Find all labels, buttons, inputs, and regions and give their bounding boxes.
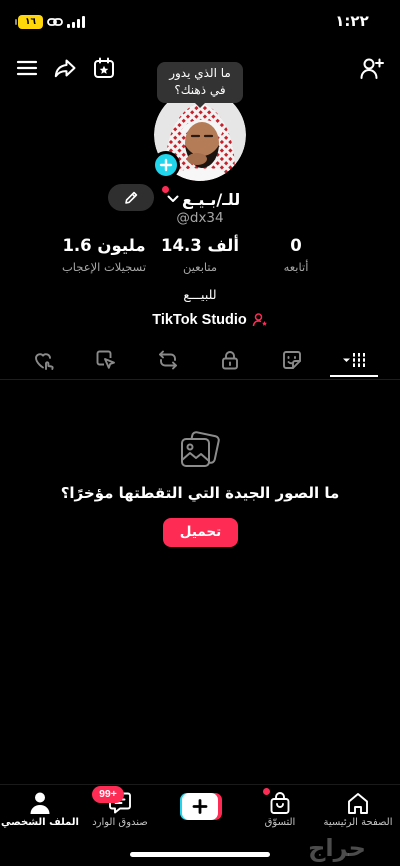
empty-state-message: ما الصور الجيدة التي التقطتها مؤخرًا؟: [60, 484, 340, 502]
stat-likes[interactable]: 1.6 مليون تسجيلات الإعجاب: [44, 236, 164, 276]
lock-icon: [222, 351, 238, 370]
battery-icon: ١٦: [15, 15, 45, 29]
tap-square-icon: [96, 350, 115, 369]
nav-profile[interactable]: الملف الشخصي: [0, 789, 80, 833]
inbox-badge: 99+: [92, 786, 124, 803]
battery-level: ١٦: [25, 17, 36, 27]
nav-label: صندوق الوارد: [92, 817, 148, 828]
tab-tapped[interactable]: [82, 346, 130, 378]
heart-hand-icon: [35, 353, 54, 370]
signal-icon: [67, 16, 85, 28]
tab-underline: [330, 375, 378, 377]
nav-shop[interactable]: التسوّق: [240, 788, 320, 833]
tooltip-tail: [194, 102, 206, 108]
nav-separator: [0, 784, 400, 785]
stat-label: تسجيلات الإعجاب: [61, 260, 147, 274]
stat-label: أتابعه: [283, 260, 309, 274]
sticker-icon: [283, 351, 301, 369]
stat-label: متابعين: [182, 260, 218, 274]
pencil-icon: [125, 191, 138, 204]
shop-bag-icon: [267, 791, 293, 815]
username: @dx34: [176, 210, 224, 226]
upload-button[interactable]: تحميل: [163, 518, 238, 547]
avatar-add-button[interactable]: [152, 151, 180, 179]
nav-label: الصفحة الرئيسية: [323, 817, 393, 828]
tooltip-line: في ذهنك؟: [174, 83, 226, 97]
display-name: للـ/بـيـع: [182, 189, 241, 209]
nav-inbox[interactable]: صندوق الوارد 99+: [80, 786, 160, 833]
edit-profile-button[interactable]: [108, 184, 154, 211]
link-icon: [47, 16, 63, 28]
create-button[interactable]: [178, 793, 222, 820]
tab-private[interactable]: [206, 346, 254, 378]
tab-posts[interactable]: [330, 346, 378, 378]
tab-reposts[interactable]: [144, 346, 192, 378]
chevron-down-icon: [167, 195, 179, 202]
calendar-star-icon[interactable]: [92, 56, 116, 80]
shop-notification-dot: [263, 788, 270, 795]
nav-label: الملف الشخصي: [1, 817, 79, 828]
tab-liked[interactable]: [20, 346, 68, 378]
stat-value: 14.3 ألف: [161, 236, 239, 255]
add-person-icon[interactable]: [359, 56, 385, 80]
photos-icon: [176, 427, 224, 475]
stat-followers[interactable]: 14.3 ألف متابعين: [155, 236, 245, 276]
bio: للبيـــع: [183, 287, 217, 302]
share-icon[interactable]: [53, 56, 77, 80]
create-plus-icon: [180, 793, 222, 820]
stat-value: 0: [290, 236, 302, 255]
status-time: ١:٢٢: [335, 12, 369, 30]
tooltip-line: ما الذي يدور: [169, 66, 231, 80]
watermark: حراج: [308, 834, 366, 862]
stat-following[interactable]: 0 أتابعه: [256, 236, 336, 276]
plus-icon: [159, 158, 173, 172]
tabs-divider: [0, 379, 400, 380]
grid-dropdown-icon: [343, 353, 365, 367]
home-icon: [345, 791, 371, 815]
stat-value: 1.6 مليون: [62, 236, 146, 255]
profile-icon: [27, 791, 53, 815]
nav-label: التسوّق: [264, 817, 296, 828]
tiktok-studio-link[interactable]: TikTok Studio: [140, 310, 280, 330]
status-bar: ١٦ ١:٢٢: [0, 0, 400, 44]
nav-home[interactable]: الصفحة الرئيسية: [316, 789, 400, 833]
studio-label: TikTok Studio: [152, 312, 247, 328]
home-indicator: [130, 852, 270, 857]
person-star-icon: [252, 313, 267, 327]
account-switcher[interactable]: للـ/بـيـع: [167, 187, 240, 211]
create-prompt-tooltip[interactable]: ما الذي يدور في ذهنك؟: [157, 62, 243, 103]
menu-icon[interactable]: [16, 60, 38, 76]
repost-icon: [159, 350, 177, 370]
tab-stickers[interactable]: [268, 346, 316, 378]
